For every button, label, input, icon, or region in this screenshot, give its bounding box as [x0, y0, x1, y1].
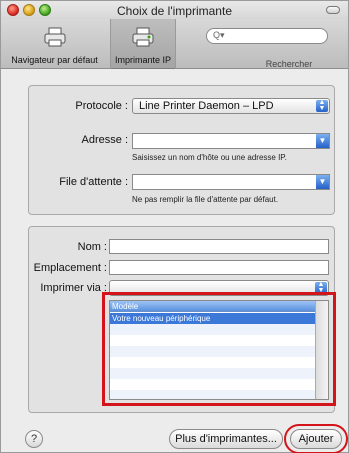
- dropdown-arrow-icon[interactable]: ▼: [316, 134, 329, 148]
- ip-printer-label: Imprimante IP: [114, 55, 172, 65]
- queue-help: Ne pas remplir la file d'attente par déf…: [132, 195, 279, 204]
- queue-field[interactable]: ▼: [132, 174, 330, 190]
- list-item-empty: [110, 379, 315, 390]
- search-label: Rechercher: [265, 59, 313, 69]
- list-item-empty: [110, 368, 315, 379]
- window-title: Choix de l'imprimante: [116, 4, 232, 18]
- protocol-value: Line Printer Daemon – LPD: [139, 100, 274, 112]
- list-item-empty: [110, 346, 315, 357]
- list-item[interactable]: Votre nouveau périphérique: [110, 313, 315, 324]
- list-item-empty: [110, 335, 315, 346]
- default-browser-label: Navigateur par défaut: [11, 55, 98, 65]
- dropdown-arrow-icon[interactable]: ▼: [316, 175, 329, 189]
- model-list[interactable]: Modèle Votre nouveau périphérique: [109, 300, 329, 400]
- queue-label: File d'attente :: [59, 176, 128, 188]
- address-help: Saisissez un nom d'hôte ou une adresse I…: [132, 153, 287, 162]
- list-column-header[interactable]: Modèle: [110, 301, 315, 312]
- printer-browser-window: Choix de l'imprimante Navigateur par déf…: [0, 0, 349, 453]
- more-printers-button[interactable]: Plus d'imprimantes...: [169, 429, 283, 449]
- list-scrollbar[interactable]: [315, 301, 328, 399]
- name-label: Nom :: [77, 241, 107, 253]
- search-input[interactable]: Q▾: [206, 28, 328, 44]
- protocol-label: Protocole :: [75, 100, 128, 112]
- ip-printer-tab[interactable]: Imprimante IP: [110, 19, 176, 69]
- list-item-empty: [110, 390, 315, 399]
- default-browser-tab[interactable]: Navigateur par défaut: [1, 19, 108, 69]
- up-down-arrows-icon: ▲ ▼: [316, 99, 328, 112]
- toolbar-toggle-icon[interactable]: [326, 6, 340, 14]
- printer-icon: [44, 27, 65, 47]
- ip-printer-icon: [132, 27, 154, 47]
- address-label: Adresse :: [81, 134, 128, 146]
- location-field[interactable]: [109, 260, 329, 275]
- print-via-label: Imprimer via :: [40, 282, 107, 294]
- search-icon: Q▾: [213, 30, 225, 40]
- list-item-empty: [110, 324, 315, 335]
- address-field[interactable]: ▼: [132, 133, 330, 149]
- add-button[interactable]: Ajouter: [290, 429, 342, 449]
- title-bar: Choix de l'imprimante: [1, 1, 348, 19]
- protocol-popup[interactable]: Line Printer Daemon – LPD ▲ ▼: [132, 98, 330, 114]
- list-item-empty: [110, 357, 315, 368]
- name-field[interactable]: [109, 239, 329, 254]
- location-label: Emplacement :: [33, 262, 107, 274]
- help-button[interactable]: ?: [25, 430, 43, 448]
- toolbar: Navigateur par défaut Imprimante IP Q▾ R…: [1, 19, 348, 69]
